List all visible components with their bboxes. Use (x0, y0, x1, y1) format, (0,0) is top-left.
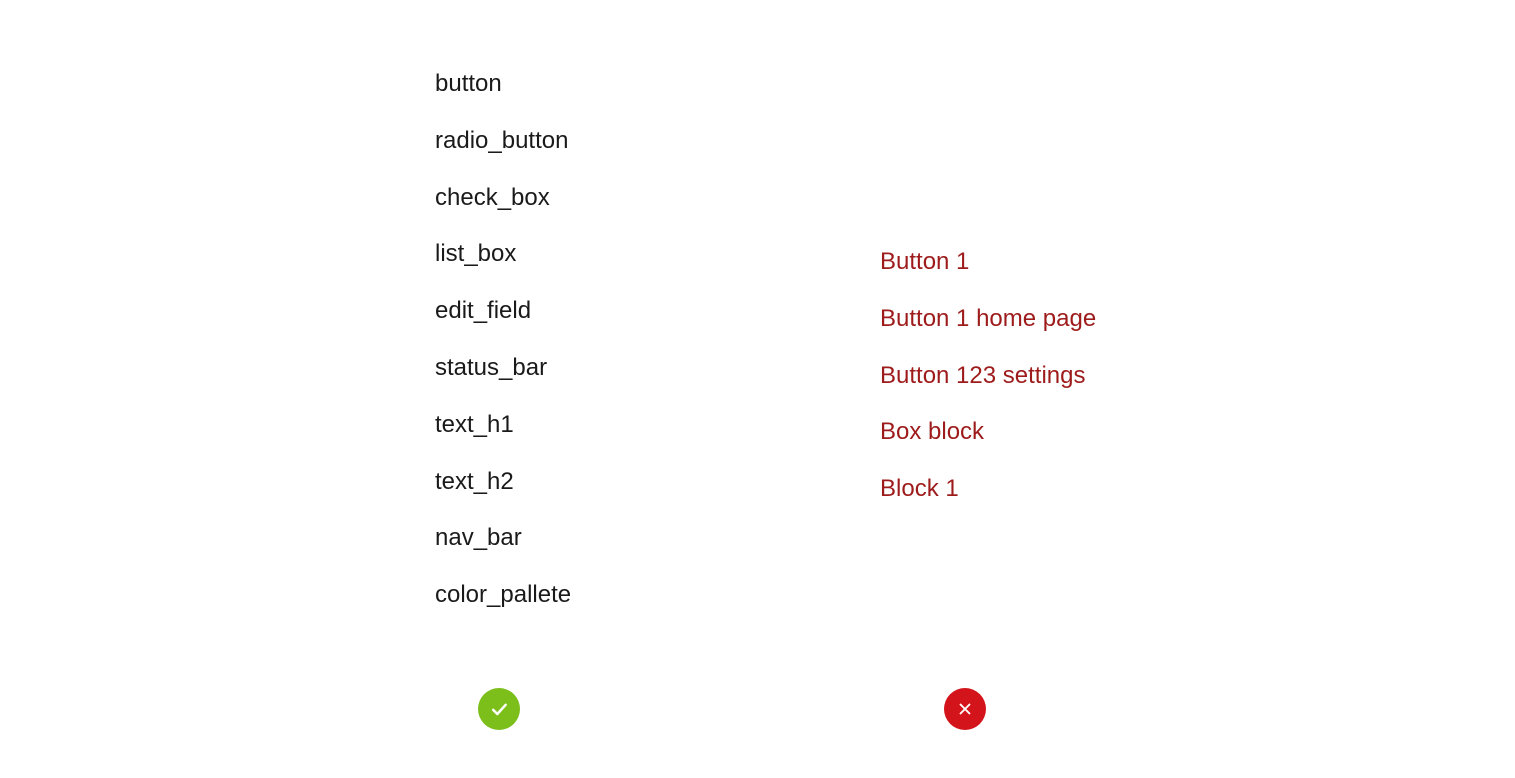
good-example-item: color_pallete (435, 581, 880, 610)
good-example-item: radio_button (435, 127, 880, 156)
bad-example-item: Block 1 (880, 475, 1096, 504)
checkmark-icon (478, 688, 520, 730)
bad-example-item: Button 123 settings (880, 362, 1096, 391)
good-example-item: nav_bar (435, 524, 880, 553)
good-example-item: text_h2 (435, 468, 880, 497)
status-badges-row (0, 688, 1515, 730)
bad-example-item: Box block (880, 418, 1096, 447)
good-badge-slot (478, 688, 520, 730)
good-example-item: edit_field (435, 297, 880, 326)
cross-icon (944, 688, 986, 730)
good-example-item: text_h1 (435, 411, 880, 440)
bad-badge-slot (944, 688, 986, 730)
good-example-item: status_bar (435, 354, 880, 383)
good-examples-column: button radio_button check_box list_box e… (435, 70, 880, 638)
good-example-item: check_box (435, 184, 880, 213)
comparison-columns: button radio_button check_box list_box e… (0, 0, 1515, 638)
good-example-item: button (435, 70, 880, 99)
bad-example-item: Button 1 (880, 248, 1096, 277)
good-example-item: list_box (435, 240, 880, 269)
bad-examples-column: Button 1 Button 1 home page Button 123 s… (880, 70, 1096, 532)
bad-example-item: Button 1 home page (880, 305, 1096, 334)
